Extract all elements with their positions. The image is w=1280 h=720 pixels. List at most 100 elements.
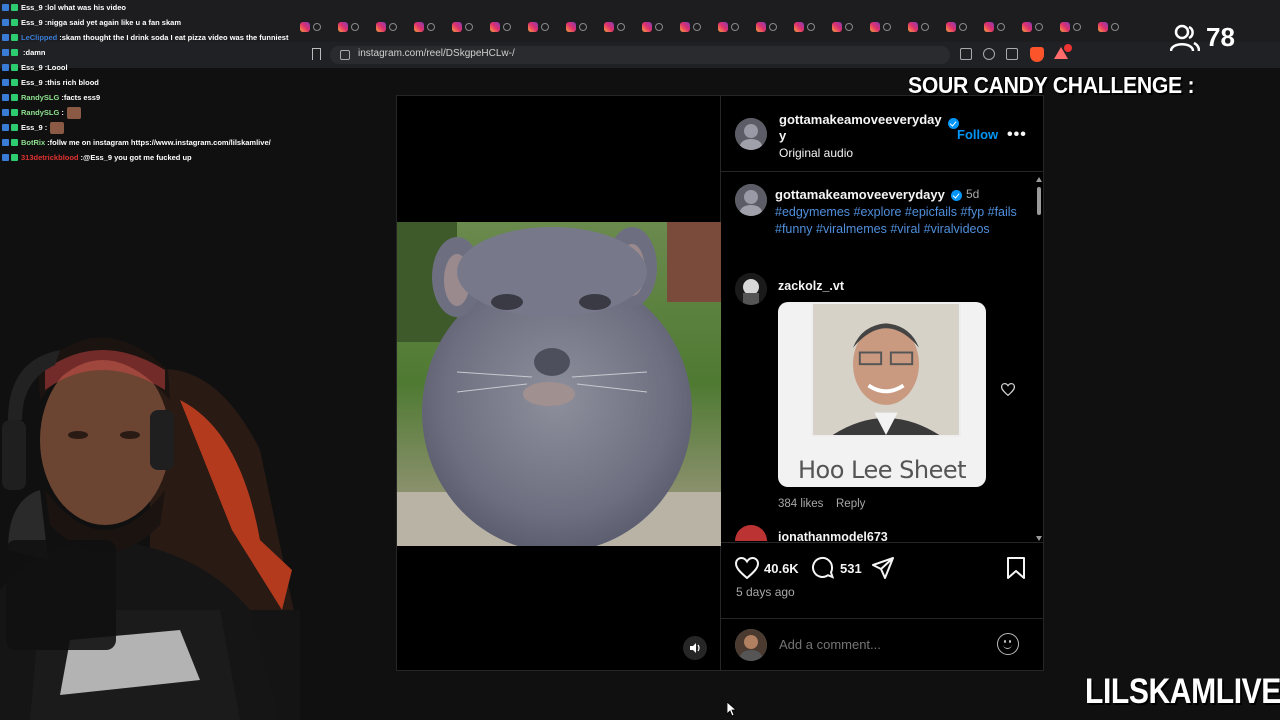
more-options-icon[interactable]: ••• (1007, 126, 1027, 144)
mute-button[interactable] (683, 636, 707, 660)
comments-scrollbar[interactable] (1036, 177, 1042, 541)
brave-shields-icon[interactable] (1030, 47, 1044, 62)
screen: instagram.com/reel/DSkgpeHCLw-/ Ess_9: l… (0, 0, 1280, 720)
browser-tab[interactable] (946, 20, 976, 34)
instagram-favicon-icon (338, 22, 348, 32)
like-comment-icon[interactable] (1001, 383, 1015, 396)
author-avatar[interactable] (735, 118, 767, 150)
browser-tab[interactable] (1098, 20, 1128, 34)
browser-tab[interactable] (1060, 20, 1090, 34)
scroll-down-arrow[interactable] (1036, 536, 1042, 541)
reader-mode-icon[interactable] (960, 48, 972, 60)
instagram-favicon-icon (1098, 22, 1108, 32)
url-text[interactable]: instagram.com/reel/DSkgpeHCLw-/ (358, 48, 515, 59)
chat-username: Ess_9 (21, 63, 43, 72)
browser-tab[interactable] (604, 20, 634, 34)
chat-message: Ess_9: nigga said yet again like u a fan… (2, 15, 302, 30)
tab-audio-icon (617, 23, 625, 31)
comment-input[interactable] (779, 637, 979, 652)
browser-tab[interactable] (490, 20, 520, 34)
follow-button[interactable]: Follow (957, 127, 998, 142)
chat-username: Ess_9 (21, 123, 43, 132)
browser-tab[interactable] (300, 20, 330, 34)
browser-tab[interactable] (452, 20, 482, 34)
scroll-thumb[interactable] (1037, 187, 1041, 215)
emoji-icon[interactable] (997, 633, 1019, 655)
zoom-icon[interactable] (983, 48, 995, 60)
like-icon[interactable] (735, 557, 759, 579)
chat-message: Ess_9: this rich blood (2, 75, 302, 90)
share-icon[interactable] (1006, 48, 1018, 60)
tab-audio-icon (655, 23, 663, 31)
tab-audio-icon (1111, 23, 1119, 31)
browser-tab[interactable] (376, 20, 406, 34)
save-icon[interactable] (1006, 556, 1026, 580)
like-count[interactable]: 40.6K (764, 561, 799, 576)
comment-count[interactable]: 531 (840, 561, 862, 576)
browser-tab[interactable] (718, 20, 748, 34)
tab-audio-icon (693, 23, 701, 31)
tab-list (300, 20, 1128, 34)
caption-username[interactable]: gottamakeamoveeverydayy (775, 187, 963, 202)
gif-photo (811, 302, 961, 437)
site-info-icon[interactable] (340, 50, 350, 60)
caption-avatar[interactable] (735, 184, 767, 216)
address-bar[interactable]: instagram.com/reel/DSkgpeHCLw-/ (330, 46, 950, 64)
browser-tab[interactable] (528, 20, 558, 34)
tab-audio-icon (541, 23, 549, 31)
reply-button[interactable]: Reply (836, 498, 865, 510)
next-commenter-avatar[interactable] (735, 525, 767, 541)
browser-tab[interactable] (984, 20, 1014, 34)
browser-tab[interactable] (756, 20, 786, 34)
instagram-favicon-icon (452, 22, 462, 32)
chat-text: @Ess_9 you got me fucked up (83, 153, 192, 162)
commenter-avatar[interactable] (735, 273, 767, 305)
commenter-username[interactable]: zackolz_.vt (778, 279, 844, 293)
caption-hashtags[interactable]: #edgymemes #explore #epicfails #fyp #fai… (775, 204, 1025, 238)
chat-emote-icon (66, 106, 81, 119)
chat-badge-icon (2, 19, 9, 26)
chat-username: Ess_9 (21, 78, 43, 87)
comment-likes[interactable]: 384 likes (778, 498, 823, 510)
comments-list[interactable]: gottamakeamoveeverydayy 5d #edgymemes #e… (721, 173, 1044, 541)
scroll-up-arrow[interactable] (1036, 177, 1042, 182)
comment-icon[interactable] (811, 556, 835, 580)
tab-audio-icon (883, 23, 891, 31)
reel-video[interactable] (396, 95, 722, 671)
comment-gif: Hoo Lee Sheet (778, 302, 986, 487)
next-commenter-username[interactable]: jonathanmodel673 (778, 530, 888, 541)
brave-rewards-icon[interactable] (1054, 44, 1072, 61)
browser-tab[interactable] (794, 20, 824, 34)
browser-tab[interactable] (566, 20, 596, 34)
instagram-favicon-icon (566, 22, 576, 32)
browser-tab[interactable] (908, 20, 938, 34)
browser-tab[interactable] (680, 20, 710, 34)
chat-text: lol what was his video (47, 3, 126, 12)
browser-tab[interactable] (832, 20, 862, 34)
chat-username: Ess_9 (21, 18, 43, 27)
chat-message: 313detrickblood: @Ess_9 you got me fucke… (2, 150, 302, 165)
bookmark-icon[interactable] (312, 48, 321, 60)
share-icon[interactable] (872, 557, 894, 579)
chat-username: 313detrickblood (21, 153, 79, 162)
viewer-count: 78 (1170, 22, 1235, 53)
instagram-favicon-icon (414, 22, 424, 32)
author-username[interactable]: gottamakeamoveeveryday y (779, 112, 949, 144)
browser-tab[interactable] (642, 20, 672, 34)
browser-tab[interactable] (1022, 20, 1052, 34)
tab-audio-icon (959, 23, 967, 31)
author-username-text[interactable]: gottamakeamoveeveryday y (779, 112, 942, 143)
chat-text: Loool (47, 63, 68, 72)
caption-username-text[interactable]: gottamakeamoveeverydayy (775, 187, 945, 202)
tab-audio-icon (1073, 23, 1081, 31)
browser-tab[interactable] (870, 20, 900, 34)
chat-emote-icon (50, 121, 65, 134)
audio-link[interactable]: Original audio (779, 146, 853, 160)
chat-username: RandySLG (21, 108, 60, 117)
chat-badge-icon (11, 154, 18, 161)
browser-tab[interactable] (338, 20, 368, 34)
tab-audio-icon (465, 23, 473, 31)
tab-audio-icon (769, 23, 777, 31)
browser-tab[interactable] (414, 20, 444, 34)
chat-badge-icon (11, 34, 18, 41)
